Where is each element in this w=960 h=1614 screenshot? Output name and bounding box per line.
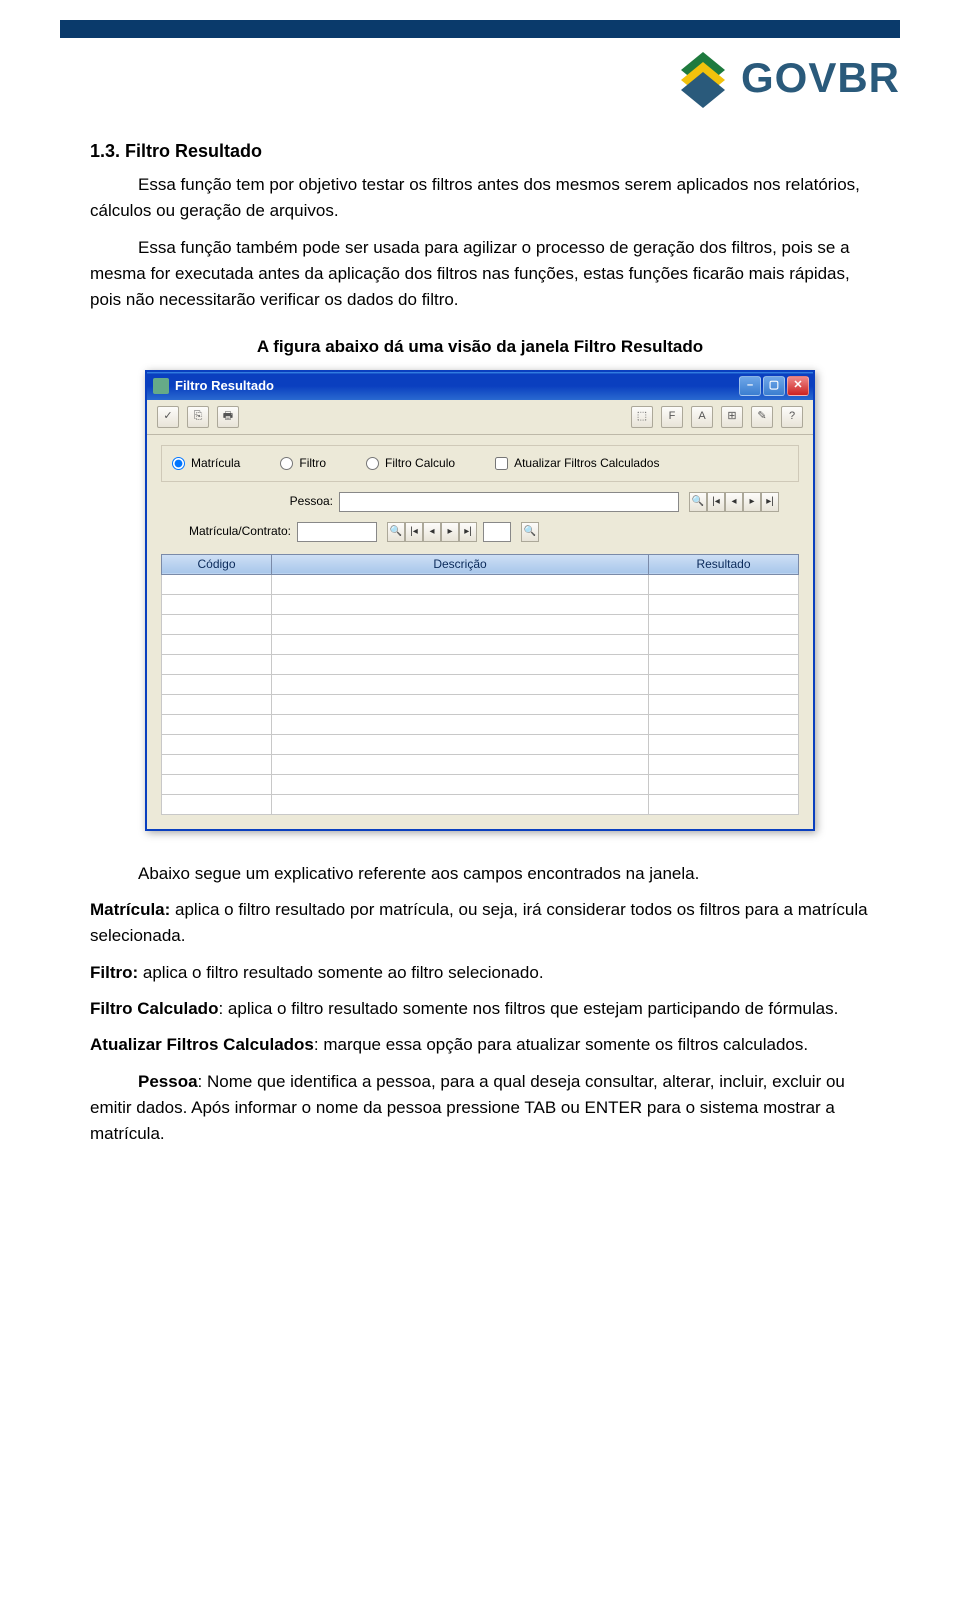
radio-matricula-input[interactable]	[172, 457, 185, 470]
table-row[interactable]	[162, 574, 799, 594]
matricula-field-label: Matrícula/Contrato:	[161, 522, 291, 541]
radio-filtro-input[interactable]	[280, 457, 293, 470]
toolbar-button-3[interactable]: 🖶	[217, 406, 239, 428]
desc-atualizar-text: : marque essa opção para atualizar somen…	[314, 1035, 808, 1054]
table-row[interactable]	[162, 594, 799, 614]
toolbar: ✓ ⎘ 🖶 ⬚ F A ⊞ ✎ ?	[147, 400, 813, 435]
grid-header-resultado[interactable]: Resultado	[649, 554, 799, 574]
toolbar-button-4[interactable]: ⬚	[631, 406, 653, 428]
desc-matricula: Matrícula: aplica o filtro resultado por…	[90, 897, 870, 950]
pessoa-last-icon[interactable]: ▸|	[761, 492, 779, 512]
pessoa-lookup-icon[interactable]: 🔍	[689, 492, 707, 512]
checkbox-atualizar[interactable]: Atualizar Filtros Calculados	[495, 454, 659, 473]
window-title: Filtro Resultado	[175, 376, 274, 396]
toolbar-button-6[interactable]: A	[691, 406, 713, 428]
table-row[interactable]	[162, 754, 799, 774]
paragraph-intro-1: Essa função tem por objetivo testar os f…	[90, 172, 870, 225]
radio-row: Matrícula Filtro Filtro Calculo Atualiza…	[161, 445, 799, 482]
toolbar-button-2[interactable]: ⎘	[187, 406, 209, 428]
grid-header-descricao[interactable]: Descrição	[272, 554, 649, 574]
matricula-prev-icon[interactable]: ◂	[423, 522, 441, 542]
close-button[interactable]: ✕	[787, 376, 809, 396]
checkbox-atualizar-label: Atualizar Filtros Calculados	[514, 454, 659, 473]
matricula-next-icon[interactable]: ▸	[441, 522, 459, 542]
logo-text: GOVBR	[741, 54, 900, 102]
table-row[interactable]	[162, 614, 799, 634]
desc-atualizar: Atualizar Filtros Calculados: marque ess…	[90, 1032, 870, 1058]
pessoa-next-icon[interactable]: ▸	[743, 492, 761, 512]
form-body: Matrícula Filtro Filtro Calculo Atualiza…	[147, 435, 813, 829]
desc-filtro: Filtro: aplica o filtro resultado soment…	[90, 960, 870, 986]
radio-matricula-label: Matrícula	[191, 454, 240, 473]
header-bar	[60, 20, 900, 38]
desc-matricula-text: aplica o filtro resultado por matrícula,…	[90, 900, 868, 945]
matricula-seq-input[interactable]	[483, 522, 511, 542]
pessoa-first-icon[interactable]: |◂	[707, 492, 725, 512]
desc-matricula-label: Matrícula:	[90, 900, 170, 919]
titlebar: Filtro Resultado – ▢ ✕	[147, 372, 813, 400]
matricula-input[interactable]	[297, 522, 377, 542]
results-grid[interactable]: Código Descrição Resultado	[161, 554, 799, 815]
radio-filtro[interactable]: Filtro	[280, 454, 326, 473]
table-row[interactable]	[162, 734, 799, 754]
desc-filtro-label: Filtro:	[90, 963, 138, 982]
maximize-button[interactable]: ▢	[763, 376, 785, 396]
desc-filtro-text: aplica o filtro resultado somente ao fil…	[138, 963, 543, 982]
table-row[interactable]	[162, 714, 799, 734]
table-row[interactable]	[162, 674, 799, 694]
app-icon	[153, 378, 169, 394]
field-row-matricula: Matrícula/Contrato: 🔍 |◂ ◂ ▸ ▸| 🔍	[161, 522, 799, 542]
logo-mark-icon	[673, 48, 733, 108]
matricula-last-icon[interactable]: ▸|	[459, 522, 477, 542]
window-filtro-resultado: Filtro Resultado – ▢ ✕ ✓ ⎘ 🖶 ⬚ F A ⊞ ✎ ?	[145, 370, 815, 831]
table-row[interactable]	[162, 654, 799, 674]
pessoa-field-label: Pessoa:	[161, 492, 333, 511]
logo-container: GOVBR	[60, 48, 900, 108]
desc-filtrocalc-text: : aplica o filtro resultado somente nos …	[218, 999, 838, 1018]
desc-filtro-calculado: Filtro Calculado: aplica o filtro result…	[90, 996, 870, 1022]
radio-filtro-calculo-input[interactable]	[366, 457, 379, 470]
pessoa-prev-icon[interactable]: ◂	[725, 492, 743, 512]
matricula-lookup2-icon[interactable]: 🔍	[521, 522, 539, 542]
desc-pessoa: Pessoa: Nome que identifica a pessoa, pa…	[90, 1069, 870, 1148]
matricula-lookup-icon[interactable]: 🔍	[387, 522, 405, 542]
toolbar-button-9[interactable]: ?	[781, 406, 803, 428]
toolbar-button-7[interactable]: ⊞	[721, 406, 743, 428]
radio-filtro-calculo-label: Filtro Calculo	[385, 454, 455, 473]
minimize-button[interactable]: –	[739, 376, 761, 396]
logo: GOVBR	[673, 48, 900, 108]
desc-atualizar-label: Atualizar Filtros Calculados	[90, 1035, 314, 1054]
desc-filtrocalc-label: Filtro Calculado	[90, 999, 218, 1018]
table-row[interactable]	[162, 694, 799, 714]
matricula-first-icon[interactable]: |◂	[405, 522, 423, 542]
below-intro: Abaixo segue um explicativo referente ao…	[90, 861, 870, 887]
radio-matricula[interactable]: Matrícula	[172, 454, 240, 473]
table-row[interactable]	[162, 794, 799, 814]
radio-filtro-label: Filtro	[299, 454, 326, 473]
checkbox-atualizar-input[interactable]	[495, 457, 508, 470]
pessoa-input[interactable]	[339, 492, 679, 512]
paragraph-intro-2: Essa função também pode ser usada para a…	[90, 235, 870, 314]
toolbar-button-1[interactable]: ✓	[157, 406, 179, 428]
section-heading: 1.3. Filtro Resultado	[90, 138, 870, 166]
toolbar-button-5[interactable]: F	[661, 406, 683, 428]
field-row-pessoa: Pessoa: 🔍 |◂ ◂ ▸ ▸|	[161, 492, 799, 512]
grid-header-codigo[interactable]: Código	[162, 554, 272, 574]
radio-filtro-calculo[interactable]: Filtro Calculo	[366, 454, 455, 473]
table-row[interactable]	[162, 634, 799, 654]
table-row[interactable]	[162, 774, 799, 794]
desc-pessoa-label: Pessoa	[138, 1072, 198, 1091]
document-body: 1.3. Filtro Resultado Essa função tem po…	[90, 138, 870, 1148]
desc-pessoa-text: : Nome que identifica a pessoa, para a q…	[90, 1072, 845, 1144]
figure-caption: A figura abaixo dá uma visão da janela F…	[90, 334, 870, 360]
toolbar-button-8[interactable]: ✎	[751, 406, 773, 428]
